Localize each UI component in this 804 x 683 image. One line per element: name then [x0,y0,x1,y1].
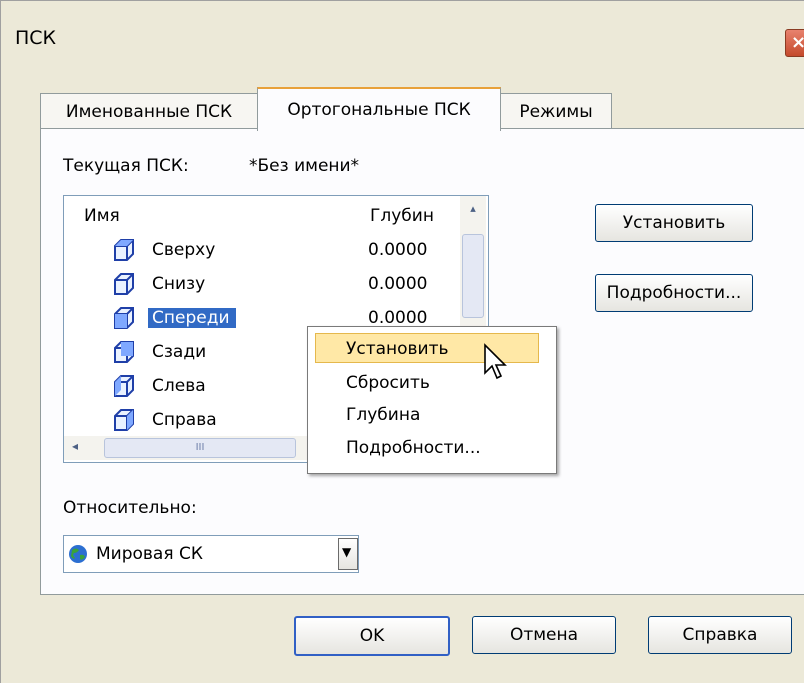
menu-item-label: Установить [346,339,449,359]
tab-label: Режимы [519,102,593,122]
details-button-label: Подробности... [606,283,742,303]
window-title: ПСК [15,27,57,49]
dropdown-value: Мировая СК [96,544,203,564]
details-button[interactable]: Подробности... [595,274,753,312]
cube-right-icon [114,409,134,431]
row-depth: 0.0000 [368,240,428,260]
help-button[interactable]: Справка [648,616,792,654]
row-name: Справа [152,410,217,430]
relative-dropdown[interactable]: Мировая СК ▼ [63,535,359,573]
chevron-down-icon: ▼ [342,545,352,559]
set-button[interactable]: Установить [595,204,753,242]
row-name: Сзади [152,342,207,362]
relative-label: Относительно: [63,498,197,518]
cube-top-icon [114,239,134,261]
ucs-dialog: ПСК × Именованные ПСК Ортогональные ПСК … [0,0,804,683]
close-button[interactable]: × [785,29,804,57]
row-name: Снизу [152,274,206,294]
row-depth: 0.0000 [368,274,428,294]
menu-item-label: Глубина [346,405,421,425]
menu-item-details[interactable]: Подробности... [346,433,481,463]
ok-button-label: OK [359,626,385,646]
current-ucs-label: Текущая ПСК: [63,156,189,176]
tab-named-ucs[interactable]: Именованные ПСК [40,93,258,128]
column-name[interactable]: Имя [84,206,120,226]
menu-item-label: Сбросить [346,373,430,393]
vertical-scroll-thumb[interactable] [462,234,484,318]
scroll-grip: III [195,442,205,453]
close-icon: × [791,32,804,53]
list-item[interactable]: Сверху 0.0000 [64,236,460,266]
cube-bottom-icon [114,273,134,295]
current-ucs-value: *Без имени* [249,156,360,176]
cube-front-icon [114,307,134,329]
cancel-button-label: Отмена [509,625,579,645]
dropdown-button[interactable]: ▼ [338,538,358,570]
row-name: Спереди [148,308,236,328]
column-depth[interactable]: Глубин [370,206,434,226]
globe-icon [69,545,87,563]
list-header: Имя Глубин [64,196,460,234]
row-name: Слева [152,376,206,396]
context-menu: Установить Сбросить Глубина Подробности.… [307,326,557,474]
title-bar: ПСК × [1,1,804,85]
menu-item-reset[interactable]: Сбросить [346,368,430,398]
mouse-cursor-icon [484,343,507,380]
menu-item-depth[interactable]: Глубина [346,400,420,430]
tab-label: Именованные ПСК [65,102,233,122]
set-button-label: Установить [622,213,726,233]
cube-left-icon [114,375,134,397]
ok-button[interactable]: OK [294,616,450,656]
cube-back-icon [114,341,134,363]
tab-orthographic-ucs[interactable]: Ортогональные ПСК [257,87,501,131]
horizontal-scroll-thumb[interactable]: III [104,438,296,458]
scroll-up-icon[interactable]: ▴ [464,202,482,215]
cancel-button[interactable]: Отмена [472,616,616,654]
list-item[interactable]: Снизу 0.0000 [64,270,460,300]
help-button-label: Справка [682,625,758,645]
tab-label: Ортогональные ПСК [287,100,471,120]
tab-settings[interactable]: Режимы [500,93,612,128]
menu-item-label: Подробности... [346,438,481,458]
row-depth: 0.0000 [368,308,428,328]
row-name: Сверху [152,240,216,260]
scroll-left-icon[interactable]: ◂ [72,439,78,453]
